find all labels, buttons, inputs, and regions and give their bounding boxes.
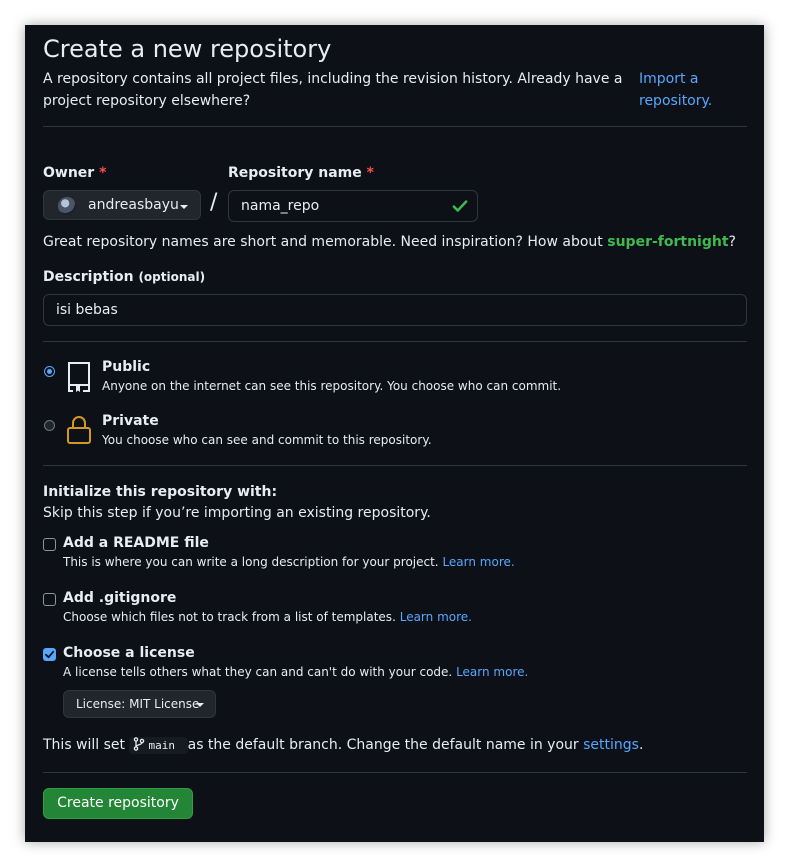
branch-middle: as the default branch. Change the defaul… [187, 737, 579, 753]
gitignore-checkbox[interactable] [43, 593, 56, 606]
description-label: Description (optional) [43, 269, 205, 285]
import-link-line2: repository. [639, 93, 713, 109]
readme-title: Add a README file [63, 535, 209, 551]
branch-name: main [148, 739, 175, 752]
license-description: A license tells others what they can and… [63, 665, 528, 679]
import-link-line1: Import a [639, 71, 699, 87]
owner-label: Owner * [43, 165, 106, 181]
create-repository-button[interactable]: Create repository [43, 788, 193, 819]
divider [43, 772, 747, 773]
readme-checkbox[interactable] [43, 538, 56, 551]
license-title: Choose a license [63, 645, 195, 661]
chevron-down-icon [196, 703, 204, 707]
gitignore-title: Add .gitignore [63, 590, 177, 606]
page-title: Create a new repository [43, 35, 332, 63]
license-dropdown-label: License: MIT License [76, 697, 200, 711]
owner-label-text: Owner [43, 165, 95, 181]
gitignore-learn-more-link[interactable]: Learn more. [400, 610, 472, 624]
import-repository-link[interactable]: Import a repository. [639, 68, 712, 112]
readme-learn-more-link[interactable]: Learn more. [442, 555, 514, 569]
gitignore-desc-text: Choose which files not to track from a l… [63, 610, 396, 624]
description-optional: (optional) [138, 270, 206, 284]
private-radio[interactable] [44, 420, 55, 431]
repo-name-label: Repository name * [228, 165, 374, 181]
license-learn-more-link[interactable]: Learn more. [456, 665, 528, 679]
divider [43, 126, 747, 127]
branch-suffix: . [638, 737, 644, 753]
default-branch-note: This will set main as the default branch… [43, 734, 643, 757]
branch-prefix: This will set [43, 737, 126, 753]
owner-name: andreasbayu [88, 197, 179, 213]
lock-icon [67, 416, 91, 444]
private-description: You choose who can see and commit to thi… [102, 433, 432, 447]
description-input[interactable]: isi bebas [43, 294, 747, 326]
public-description: Anyone on the internet can see this repo… [102, 379, 562, 393]
name-suggestion: Great repository names are short and mem… [43, 231, 736, 253]
license-dropdown[interactable]: License: MIT License [63, 690, 216, 718]
gitignore-description: Choose which files not to track from a l… [63, 610, 472, 624]
settings-link[interactable]: settings [583, 737, 639, 753]
description-value: isi bebas [56, 302, 118, 318]
repo-icon [68, 362, 90, 392]
owner-dropdown[interactable]: andreasbayu [43, 190, 201, 220]
private-title: Private [102, 413, 159, 429]
suggestion-suffix: ? [728, 234, 736, 250]
suggested-name-link[interactable]: super-fortnight [607, 234, 728, 250]
create-repo-panel: Create a new repository A repository con… [25, 25, 764, 842]
divider [43, 341, 747, 342]
init-heading: Initialize this repository with: [43, 484, 278, 500]
git-branch-icon [134, 737, 145, 751]
avatar [58, 197, 76, 215]
readme-desc-text: This is where you can write a long descr… [63, 555, 439, 569]
readme-description: This is where you can write a long descr… [63, 555, 515, 569]
suggestion-text: Great repository names are short and mem… [43, 234, 603, 250]
license-desc-text: A license tells others what they can and… [63, 665, 453, 679]
divider [43, 465, 747, 466]
owner-required-mark: * [99, 165, 107, 181]
repo-name-label-text: Repository name [228, 165, 362, 181]
owner-repo-separator: / [210, 190, 218, 215]
repo-name-input[interactable]: nama_repo [228, 190, 478, 222]
public-radio[interactable] [44, 366, 55, 377]
description-label-text: Description [43, 269, 134, 285]
chevron-down-icon [180, 205, 188, 209]
repo-name-value: nama_repo [241, 198, 320, 214]
public-title: Public [102, 359, 151, 375]
repo-name-required-mark: * [366, 165, 374, 181]
license-checkbox[interactable] [43, 648, 56, 661]
check-icon [452, 200, 468, 212]
checkmark-icon [45, 650, 55, 659]
init-subheading: Skip this step if you’re importing an ex… [43, 505, 431, 521]
branch-name-badge: main [129, 737, 188, 754]
page-subtitle: A repository contains all project files,… [43, 71, 623, 109]
